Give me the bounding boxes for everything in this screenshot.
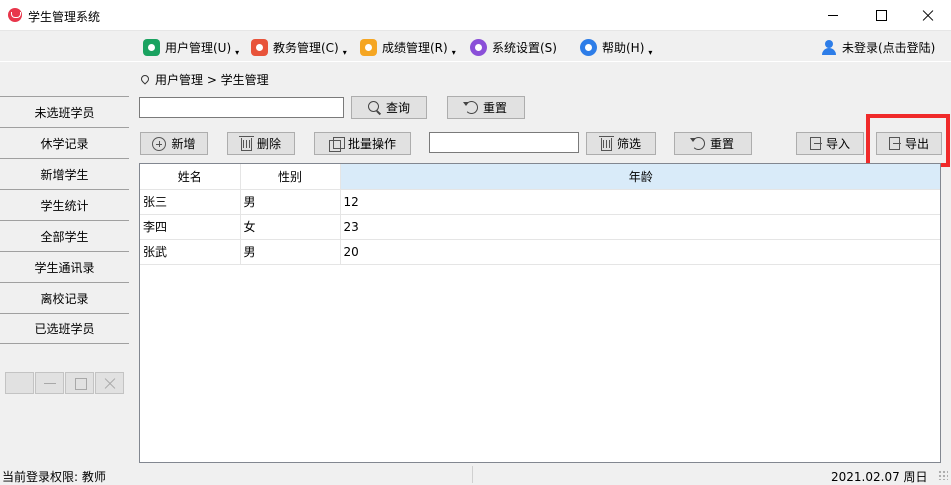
filter-button[interactable]: 筛选 (586, 132, 656, 155)
status-divider (472, 466, 473, 483)
maximize-button[interactable] (858, 0, 904, 31)
login-label: 未登录(点击登陆) (842, 40, 936, 55)
minimize-button[interactable] (810, 0, 856, 31)
add-button[interactable]: 新增 (140, 132, 208, 155)
mdi-minimize-button[interactable] (35, 372, 64, 394)
chevron-down-icon: ▾ (648, 47, 653, 57)
search-input[interactable] (139, 97, 344, 118)
menu-label: 用户管理(U) (165, 40, 232, 55)
reset-icon (689, 137, 705, 150)
chevron-down-icon: ▾ (451, 47, 456, 57)
sidebar-item-assigned-students[interactable]: 已选班学员 (0, 313, 129, 344)
column-header-age[interactable]: 年龄 (340, 164, 940, 190)
reset-label: 重置 (709, 137, 734, 151)
cell-gender[interactable]: 男 (240, 239, 341, 265)
status-date: 2021.02.07 周日 (831, 470, 928, 484)
menu-help[interactable]: 帮助(H) ▾ (580, 36, 652, 58)
menu-teaching-management[interactable]: 教务管理(C) ▾ (251, 36, 347, 58)
cell-age[interactable]: 20 (340, 239, 940, 265)
status-permission: 当前登录权限: 教师 (2, 470, 106, 484)
teaching-icon (251, 38, 268, 56)
column-header-gender[interactable]: 性别 (240, 164, 341, 190)
trash-icon (238, 136, 254, 151)
app-logo-icon (8, 8, 22, 22)
batch-icon (328, 136, 345, 152)
menu-user-management[interactable]: 用户管理(U) ▾ (143, 36, 239, 58)
menu-label: 教务管理(C) (273, 40, 339, 55)
reset-label: 重置 (482, 101, 507, 115)
menu-label: 帮助(H) (602, 40, 645, 55)
table-row[interactable]: 张武 男 20 (140, 239, 940, 265)
menu-divider (0, 61, 951, 62)
export-highlight-box (866, 114, 950, 167)
student-table[interactable]: 姓名 性别 年龄 张三 男 12 李四 女 23 张武 男 20 (139, 163, 941, 463)
search-reset-button[interactable]: 重置 (447, 96, 525, 119)
menu-bar: 用户管理(U) ▾ 教务管理(C) ▾ 成绩管理(R) ▾ 系统设置(S) 帮助… (0, 31, 951, 61)
settings-icon (470, 38, 487, 56)
breadcrumb: 用户管理 > 学生管理 (139, 71, 269, 88)
table-row[interactable]: 李四 女 23 (140, 214, 940, 240)
grades-icon (360, 38, 377, 56)
table-header-row: 姓名 性别 年龄 (140, 164, 940, 190)
cell-age[interactable]: 23 (340, 214, 940, 240)
table-row[interactable]: 张三 男 12 (140, 189, 940, 215)
cell-name[interactable]: 张武 (140, 239, 241, 265)
title-bar: 学生管理系统 (0, 0, 951, 31)
batch-operation-button[interactable]: 批量操作 (314, 132, 411, 155)
help-icon (580, 38, 597, 56)
status-bar: 当前登录权限: 教师 2021.02.07 周日 (0, 464, 951, 484)
sidebar-item-unassigned-students[interactable]: 未选班学员 (0, 96, 129, 127)
sidebar-item-all-students[interactable]: 全部学生 (0, 220, 129, 251)
sidebar-item-suspension-records[interactable]: 休学记录 (0, 127, 129, 158)
batch-label: 批量操作 (347, 137, 396, 151)
sidebar-item-new-students[interactable]: 新增学生 (0, 158, 129, 189)
import-button[interactable]: 导入 (796, 132, 864, 155)
cell-age[interactable]: 12 (340, 189, 940, 215)
cell-name[interactable]: 李四 (140, 214, 241, 240)
query-label: 查询 (385, 101, 410, 115)
location-pin-icon (139, 72, 151, 85)
mdi-restore-button[interactable] (5, 372, 34, 394)
sidebar-item-leave-records[interactable]: 离校记录 (0, 282, 129, 313)
login-link[interactable]: 未登录(点击登陆) (822, 36, 935, 58)
import-icon (809, 137, 822, 150)
filter-label: 筛选 (616, 137, 641, 151)
resize-grip-icon[interactable] (938, 470, 948, 480)
menu-label: 系统设置(S) (492, 40, 557, 55)
filter-input[interactable] (429, 132, 579, 153)
reset-button[interactable]: 重置 (674, 132, 752, 155)
chevron-down-icon: ▾ (342, 47, 347, 57)
sidebar-item-contacts[interactable]: 学生通讯录 (0, 251, 129, 282)
mdi-control-buttons (5, 372, 125, 394)
delete-button[interactable]: 删除 (227, 132, 295, 155)
mdi-maximize-button[interactable] (65, 372, 94, 394)
close-button[interactable] (905, 0, 951, 31)
import-label: 导入 (825, 137, 850, 151)
menu-grades-management[interactable]: 成绩管理(R) ▾ (360, 36, 456, 58)
menu-label: 成绩管理(R) (382, 40, 448, 55)
mdi-close-button[interactable] (95, 372, 124, 394)
breadcrumb-text: 用户管理 > 学生管理 (155, 73, 269, 87)
filter-icon (598, 136, 614, 151)
plus-icon (152, 136, 167, 151)
column-header-name[interactable]: 姓名 (140, 164, 241, 190)
sidebar-item-student-statistics[interactable]: 学生统计 (0, 189, 129, 220)
chevron-down-icon: ▾ (235, 47, 240, 57)
query-button[interactable]: 查询 (351, 96, 427, 119)
reset-icon (462, 101, 478, 114)
sidebar: 未选班学员 休学记录 新增学生 学生统计 全部学生 学生通讯录 离校记录 已选班… (0, 96, 129, 344)
search-icon (367, 101, 381, 114)
window-title: 学生管理系统 (28, 10, 101, 24)
delete-label: 删除 (256, 137, 281, 151)
user-icon (822, 39, 836, 55)
cell-gender[interactable]: 男 (240, 189, 341, 215)
cell-gender[interactable]: 女 (240, 214, 341, 240)
add-label: 新增 (171, 137, 196, 151)
menu-system-settings[interactable]: 系统设置(S) (470, 36, 557, 58)
user-manage-icon (143, 38, 160, 56)
cell-name[interactable]: 张三 (140, 189, 241, 215)
